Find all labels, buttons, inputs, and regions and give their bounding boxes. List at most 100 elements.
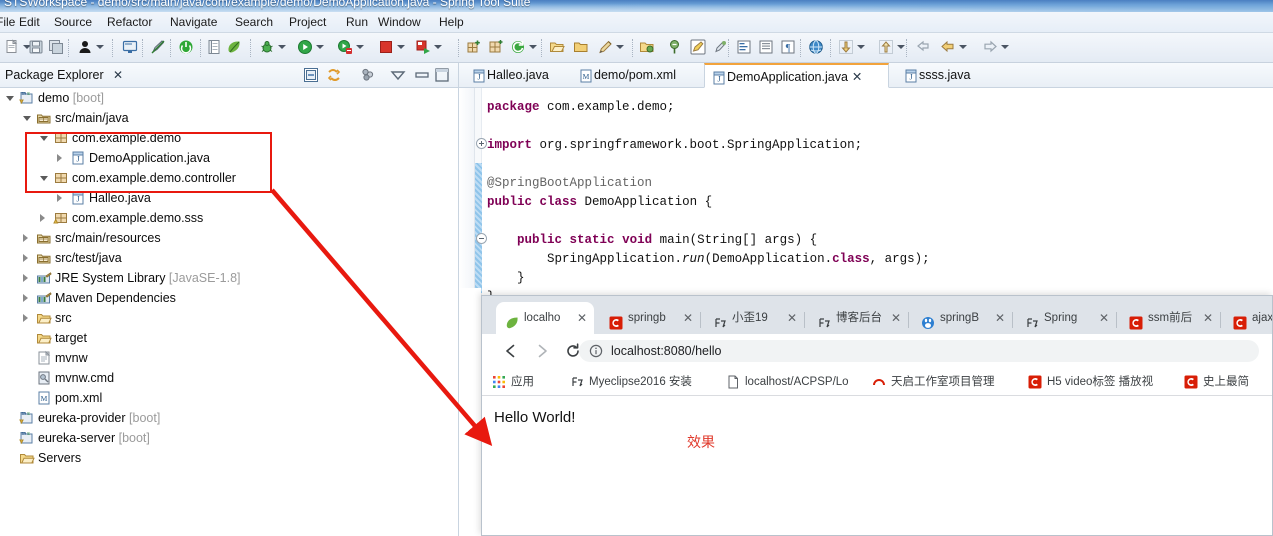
chevron-down-icon[interactable] xyxy=(857,45,865,49)
prev-edit-icon[interactable] xyxy=(878,39,894,55)
bookmark-item[interactable]: H5 video标签 播放视 xyxy=(1028,372,1178,392)
next-annotation-icon[interactable] xyxy=(668,39,684,55)
tree-row[interactable]: M Seureka-server [boot] xyxy=(0,428,458,448)
chevron-down-icon[interactable] xyxy=(529,45,537,49)
tree-row[interactable]: src/main/java xyxy=(0,108,458,128)
close-icon[interactable]: ✕ xyxy=(891,302,901,334)
save-all-icon[interactable] xyxy=(48,39,64,55)
open-type-icon[interactable] xyxy=(549,39,565,55)
bookmark-item[interactable]: 应用 xyxy=(492,372,564,392)
chevron-down-icon[interactable] xyxy=(616,45,624,49)
prev-annotation-icon[interactable] xyxy=(712,39,728,55)
menu-item-source[interactable]: Source xyxy=(52,15,94,29)
tree-row[interactable]: Mpom.xml xyxy=(0,388,458,408)
view-menu-icon[interactable] xyxy=(360,67,376,83)
browser-tab[interactable]: springb ✕ xyxy=(600,302,700,334)
boot-dashboard-icon[interactable] xyxy=(178,39,194,55)
bookmark-item[interactable]: 天启工作室项目管理 xyxy=(872,372,1020,392)
web-browser-icon[interactable] xyxy=(808,39,824,55)
twisty-closed-icon[interactable] xyxy=(57,154,62,162)
bookmark-item[interactable]: 史上最简 xyxy=(1184,372,1272,392)
tree-row[interactable]: JRE System Library [JavaSE-1.8] xyxy=(0,268,458,288)
tree-row[interactable]: M Sdemo [boot] xyxy=(0,88,458,108)
twisty-closed-icon[interactable] xyxy=(23,294,28,302)
run-external-icon[interactable] xyxy=(337,39,353,55)
tree-row[interactable]: src/main/resources xyxy=(0,228,458,248)
editor-tab[interactable]: Jssss.java xyxy=(897,63,987,88)
spring-leaf-icon[interactable] xyxy=(226,39,242,55)
browser-tab[interactable]: ajax✕ xyxy=(1224,302,1272,334)
chevron-down-icon[interactable] xyxy=(1001,45,1009,49)
address-bar[interactable]: localhost:8080/hello xyxy=(579,340,1259,362)
menu-item-navigate[interactable]: Navigate xyxy=(168,15,219,29)
console-icon[interactable] xyxy=(122,39,138,55)
editor-tab[interactable]: Mdemo/pom.xml xyxy=(572,63,697,88)
chevron-down-icon[interactable] xyxy=(96,45,104,49)
tree-row[interactable]: mvnw xyxy=(0,348,458,368)
tree-row[interactable]: target xyxy=(0,328,458,348)
new-java-package-icon[interactable] xyxy=(466,39,482,55)
forward-history-icon[interactable] xyxy=(940,39,956,55)
forward-icon[interactable] xyxy=(982,39,998,55)
bookmark-item[interactable]: localhost/ACPSP/Lo xyxy=(726,372,861,392)
browser-tab[interactable]: localho ✕ xyxy=(496,302,594,334)
menu-item-run[interactable]: Run xyxy=(344,15,370,29)
close-icon[interactable]: ✕ xyxy=(995,302,1005,334)
close-icon[interactable]: ✕ xyxy=(1099,302,1109,334)
tree-row[interactable]: com.example.demo xyxy=(0,128,458,148)
tree-row[interactable]: J Halleo.java xyxy=(0,188,458,208)
twisty-closed-icon[interactable] xyxy=(40,214,45,222)
refresh-icon[interactable] xyxy=(510,39,526,55)
browser-tab[interactable]: springB ✕ xyxy=(912,302,1012,334)
chevron-down-icon[interactable] xyxy=(316,45,324,49)
close-icon[interactable]: ✕ xyxy=(683,302,693,334)
run-last-icon[interactable] xyxy=(415,39,431,55)
fold-collapse-icon[interactable] xyxy=(476,233,487,244)
twisty-open-icon[interactable] xyxy=(40,136,48,141)
chevron-down-icon[interactable] xyxy=(278,45,286,49)
bookmark-item[interactable]: Myeclipse2016 安装 xyxy=(570,372,720,392)
menu-item-file[interactable]: File xyxy=(0,15,17,29)
tree-row[interactable]: M Seureka-provider [boot] xyxy=(0,408,458,428)
search-icon[interactable] xyxy=(597,39,613,55)
chevron-down-icon[interactable] xyxy=(434,45,442,49)
menu-item-help[interactable]: Help xyxy=(437,15,466,29)
browser-tab[interactable]: 小歪19 ✕ xyxy=(704,302,804,334)
tree-row[interactable]: com.example.demo.controller xyxy=(0,168,458,188)
site-info-icon[interactable] xyxy=(589,344,603,358)
browser-tab[interactable]: 博客后台 ✕ xyxy=(808,302,908,334)
url-text[interactable]: localhost:8080/hello xyxy=(611,340,722,362)
tree-row[interactable]: src/test/java xyxy=(0,248,458,268)
twisty-closed-icon[interactable] xyxy=(23,234,28,242)
close-icon[interactable]: ✕ xyxy=(577,302,587,334)
browser-tab[interactable]: ssm前后 ✕ xyxy=(1120,302,1220,334)
chevron-down-icon[interactable] xyxy=(356,45,364,49)
skip-breakpoints-icon[interactable] xyxy=(150,39,166,55)
restore-icon[interactable] xyxy=(434,67,450,83)
chevron-down-icon[interactable] xyxy=(959,45,967,49)
minimize-icon[interactable] xyxy=(390,67,406,83)
twisty-closed-icon[interactable] xyxy=(23,274,28,282)
menu-item-refactor[interactable]: Refactor xyxy=(105,15,154,29)
package-explorer-tree[interactable]: M Sdemo [boot] src/main/java com.example.de… xyxy=(0,88,458,536)
browser-tab[interactable]: Spring ✕ xyxy=(1016,302,1116,334)
toggle-mark-icon[interactable] xyxy=(736,39,752,55)
forward-icon[interactable] xyxy=(533,342,551,360)
twisty-open-icon[interactable] xyxy=(40,176,48,181)
stop-icon[interactable] xyxy=(378,39,394,55)
paragraph-icon[interactable]: ¶ xyxy=(780,39,796,55)
open-resource-icon[interactable] xyxy=(573,39,589,55)
chevron-down-icon[interactable] xyxy=(397,45,405,49)
user-account-icon[interactable] xyxy=(77,39,93,55)
collapse-all-icon[interactable] xyxy=(303,67,319,83)
run-icon[interactable] xyxy=(297,39,313,55)
tree-row[interactable]: Maven Dependencies xyxy=(0,288,458,308)
tree-row[interactable]: src xyxy=(0,308,458,328)
close-icon[interactable]: ✕ xyxy=(113,68,123,82)
editor-tab[interactable]: J Halleo.java xyxy=(465,63,565,88)
close-icon[interactable]: ✕ xyxy=(1203,302,1213,334)
editor-tab[interactable]: J DemoApplication.java ✕ xyxy=(704,63,889,88)
close-icon[interactable]: ✕ xyxy=(787,302,797,334)
show-whitespace-icon[interactable] xyxy=(758,39,774,55)
link-with-editor-icon[interactable] xyxy=(326,67,342,83)
